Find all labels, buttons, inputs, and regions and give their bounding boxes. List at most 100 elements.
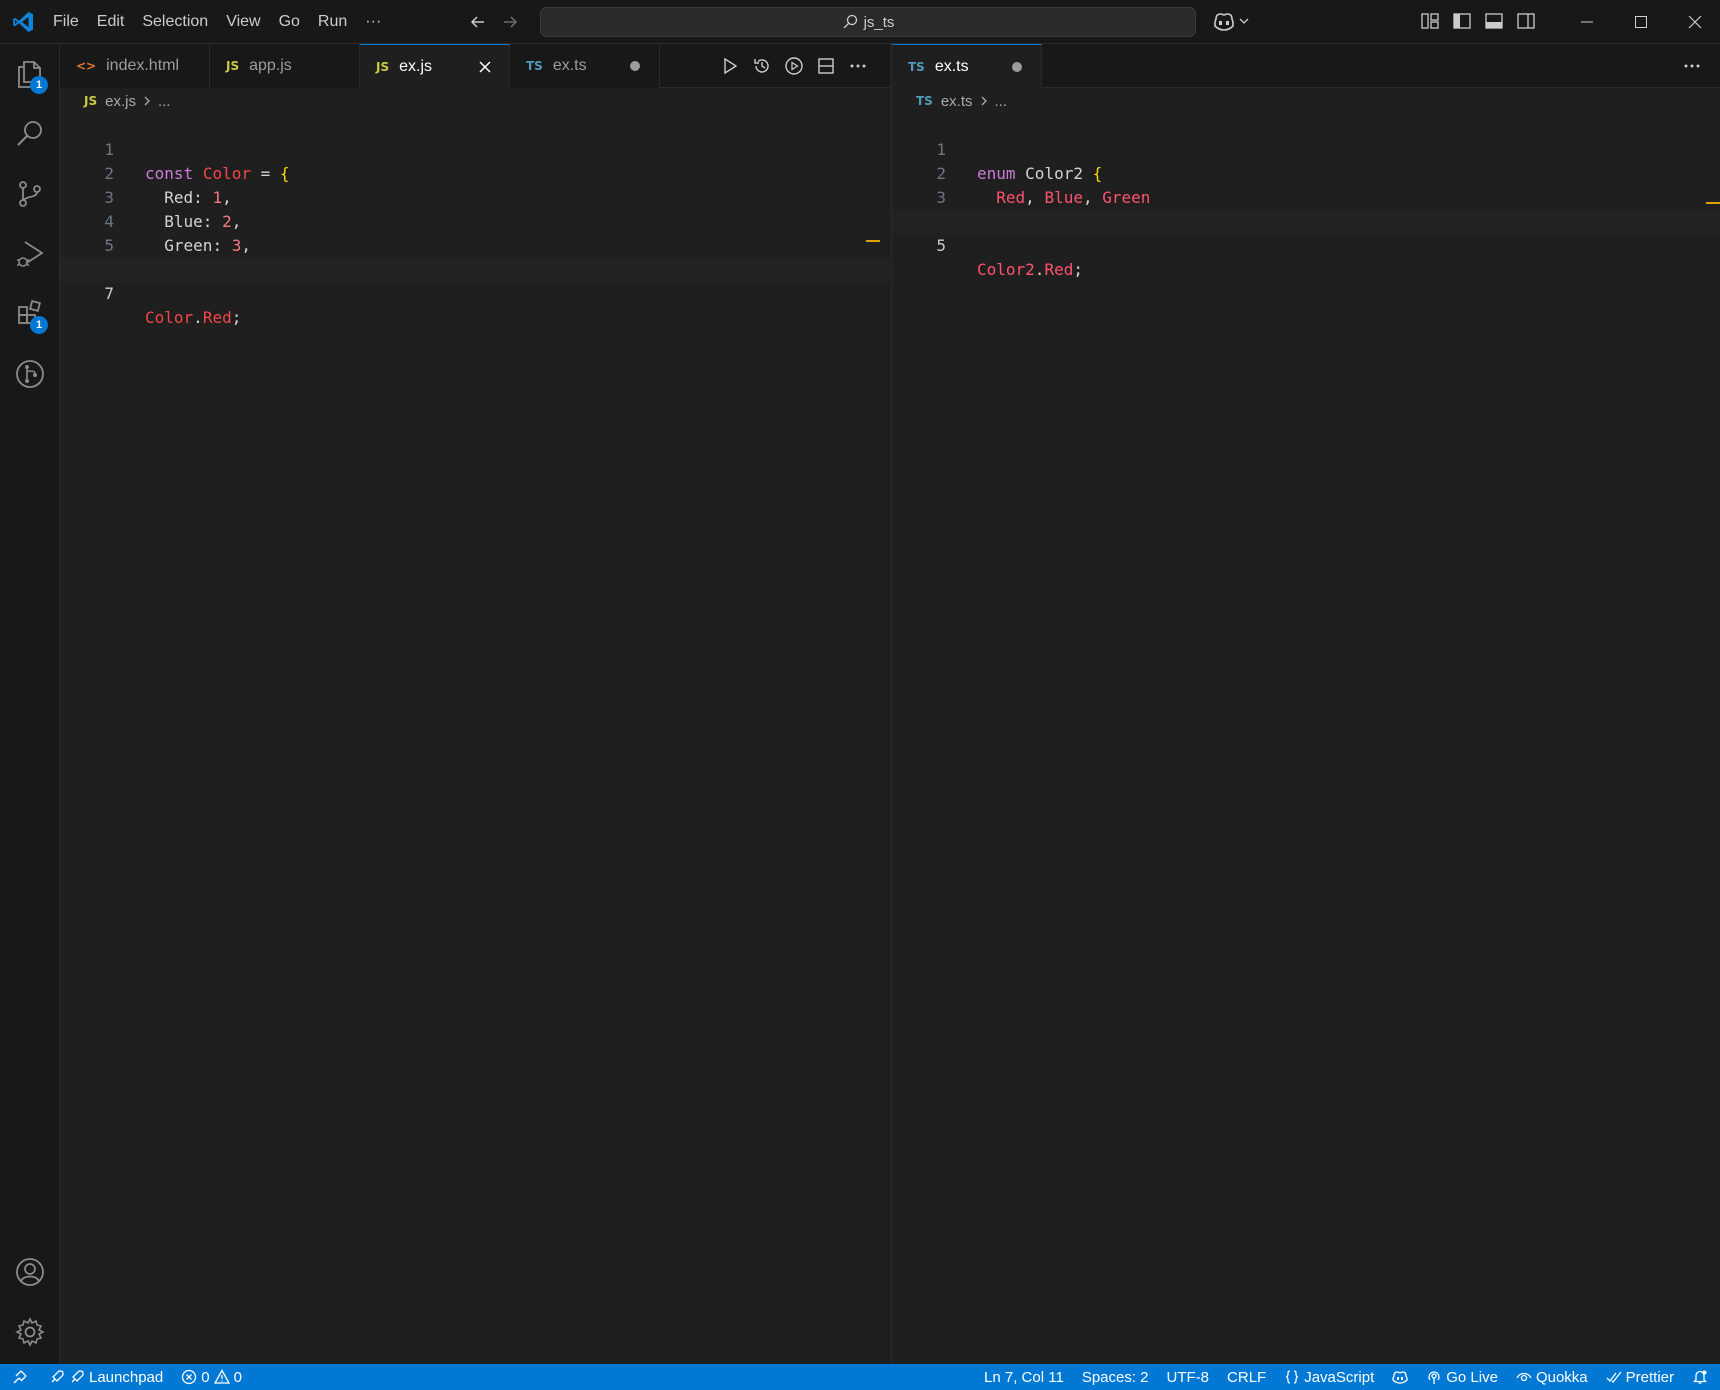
menu-edit[interactable]: Edit (88, 13, 134, 31)
timeline-history-icon[interactable] (752, 56, 772, 76)
breadcrumb-file[interactable]: ex.ts (941, 93, 973, 110)
language-label: JavaScript (1304, 1368, 1375, 1386)
search-icon (843, 14, 857, 29)
code-line: 3 } (892, 162, 1720, 231)
launchpad-item[interactable]: Launchpad (40, 1364, 172, 1390)
remote-icon (13, 1370, 27, 1384)
overview-ruler-marker (1706, 202, 1720, 204)
gitlens-button[interactable] (0, 346, 60, 402)
rocket-icon (51, 1370, 64, 1383)
tab-bar-left: <> index.html JS app.js JS ex.js TS ex.t… (60, 44, 890, 88)
prettier-item[interactable]: Prettier (1597, 1364, 1683, 1390)
code-line: 1 const Color = { (60, 114, 890, 183)
customize-layout-icon[interactable] (1420, 11, 1440, 31)
menu-go[interactable]: Go (270, 13, 309, 31)
launchpad-label: Launchpad (89, 1368, 164, 1386)
dirty-dot-icon (1012, 61, 1022, 72)
indentation[interactable]: Spaces: 2 (1073, 1364, 1158, 1390)
unsaved-indicator[interactable] (1007, 57, 1027, 77)
more-actions-icon[interactable] (1682, 56, 1702, 76)
tab-label: index.html (106, 57, 180, 74)
ts-file-icon: TS (916, 94, 933, 108)
ts-file-icon: TS (526, 59, 543, 73)
gear-icon (15, 1317, 45, 1347)
source-control-button[interactable] (0, 166, 60, 222)
line-number: 7 (104, 284, 114, 303)
remote-indicator[interactable] (0, 1364, 40, 1390)
property-token: Red (202, 308, 232, 327)
back-arrow-icon[interactable] (468, 12, 488, 32)
maximize-icon (1635, 16, 1647, 28)
tab-ex-ts-right[interactable]: TS ex.ts (892, 44, 1042, 88)
copilot-status[interactable] (1383, 1364, 1417, 1390)
split-editor-icon[interactable] (816, 56, 836, 76)
js-file-icon: JS (226, 59, 240, 73)
extensions-button[interactable]: 1 (0, 286, 60, 342)
menu-file[interactable]: File (44, 13, 88, 31)
menu-view[interactable]: View (217, 13, 269, 31)
broadcast-icon (1428, 1371, 1440, 1384)
code-line: 6 (60, 234, 890, 279)
source-control-icon (19, 181, 41, 207)
manage-button[interactable] (0, 1304, 60, 1360)
activity-bar: 1 1 (0, 44, 60, 1364)
close-tab-button[interactable] (475, 57, 495, 77)
line-content: Color2.Red; (977, 260, 1083, 279)
notifications-button[interactable] (1683, 1364, 1720, 1390)
overview-ruler-marker (866, 240, 880, 242)
accounts-button[interactable] (0, 1244, 60, 1300)
search-view-button[interactable] (0, 106, 60, 162)
breadcrumb-symbol[interactable]: ... (995, 93, 1008, 110)
problems-item[interactable]: 0 0 (172, 1364, 251, 1390)
cursor-position[interactable]: Ln 7, Col 11 (975, 1364, 1073, 1390)
tab-bar-right: TS ex.ts (892, 44, 1720, 88)
editor-group-right: TS ex.ts TS ex.ts ... 1 enum Color2 { 2 … (891, 44, 1720, 1364)
unsaved-indicator[interactable] (625, 56, 645, 76)
breadcrumb-symbol[interactable]: ... (158, 93, 171, 110)
code-editor-right[interactable]: 1 enum Color2 { 2 Red, Blue, Green 3 } 4… (892, 114, 1720, 279)
code-editor-left[interactable]: 1 const Color = { 2 Red: 1, 3 Blue: 2, 4… (60, 114, 890, 327)
tab-ex-js[interactable]: JS ex.js (360, 44, 510, 88)
breadcrumb: JS ex.js ... (84, 88, 170, 114)
title-bar: File Edit Selection View Go Run ··· js_t… (0, 0, 1720, 44)
explorer-button[interactable]: 1 (0, 46, 60, 102)
line-content: Color.Red; (145, 308, 242, 327)
menu-run[interactable]: Run (309, 13, 356, 31)
toggle-panel-icon[interactable] (1484, 11, 1504, 31)
language-mode[interactable]: JavaScript (1275, 1364, 1383, 1390)
menu-bar: File Edit Selection View Go Run ··· (44, 0, 390, 44)
editor-group-left: <> index.html JS app.js JS ex.js TS ex.t… (60, 44, 890, 1364)
code-line: 1 enum Color2 { (892, 114, 1720, 183)
toggle-primary-sidebar-icon[interactable] (1452, 11, 1472, 31)
copilot-icon (1392, 1371, 1408, 1384)
go-live-label: Go Live (1446, 1368, 1498, 1386)
menu-more[interactable]: ··· (356, 13, 390, 31)
breadcrumb-file[interactable]: ex.js (105, 93, 136, 110)
close-window-button[interactable] (1668, 0, 1720, 44)
more-actions-icon[interactable] (848, 56, 868, 76)
run-icon[interactable] (720, 56, 740, 76)
warning-count: 0 (233, 1368, 242, 1386)
tab-app-js[interactable]: JS app.js (210, 44, 360, 88)
run-circle-icon[interactable] (784, 56, 804, 76)
window-controls (1560, 0, 1720, 44)
tab-ex-ts[interactable]: TS ex.ts (510, 44, 660, 88)
tab-index-html[interactable]: <> index.html (60, 44, 210, 88)
go-live-button[interactable]: Go Live (1417, 1364, 1507, 1390)
encoding[interactable]: UTF-8 (1158, 1364, 1219, 1390)
command-center-search[interactable]: js_ts (540, 7, 1196, 37)
tab-label: ex.ts (552, 57, 587, 74)
run-debug-button[interactable] (0, 226, 60, 282)
maximize-button[interactable] (1614, 0, 1668, 44)
minimize-button[interactable] (1560, 0, 1614, 44)
menu-selection[interactable]: Selection (133, 13, 217, 31)
chevron-right-icon (981, 96, 987, 106)
copilot-button[interactable] (1212, 10, 1250, 32)
forward-arrow-icon[interactable] (500, 12, 520, 32)
toggle-secondary-sidebar-icon[interactable] (1516, 11, 1536, 31)
copilot-icon (1214, 13, 1234, 31)
end-of-line[interactable]: CRLF (1218, 1364, 1275, 1390)
layout-controls (1420, 11, 1536, 31)
quokka-item[interactable]: Quokka (1507, 1364, 1597, 1390)
code-line: 2 Red, Blue, Green (892, 138, 1720, 207)
